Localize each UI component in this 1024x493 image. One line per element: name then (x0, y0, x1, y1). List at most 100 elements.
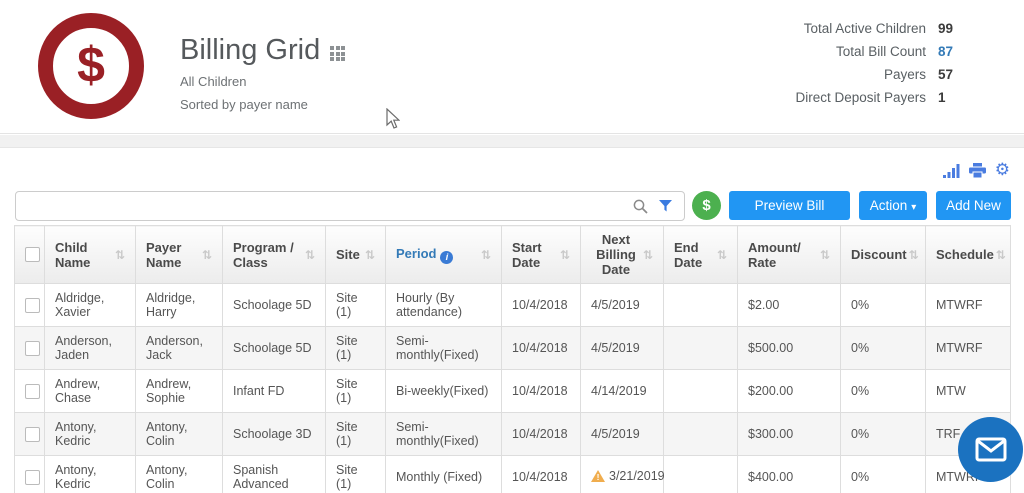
stat-label: Direct Deposit Payers (795, 90, 926, 105)
cell-start-date: 10/4/2018 (501, 283, 581, 327)
stat-label: Total Active Children (803, 21, 926, 36)
header-next-billing-date[interactable]: Next Billing Date ⇅ (580, 225, 664, 284)
header-program-class[interactable]: Program / Class ⇅ (222, 225, 326, 284)
table-row: Antony, Kedric Antony, Colin Spanish Adv… (14, 455, 1011, 493)
cell-program-class: Schoolage 5D (222, 283, 326, 327)
select-all-checkbox[interactable] (25, 247, 40, 262)
column-label: Program / Class (233, 239, 294, 270)
cell-select (14, 412, 45, 456)
filter-icon[interactable] (659, 200, 672, 212)
cell-discount: 0% (840, 369, 926, 413)
cell-program-class: Infant FD (222, 369, 326, 413)
cell-payer-name: Antony, Colin (135, 455, 223, 493)
header-schedule[interactable]: Schedule ⇅ (925, 225, 1011, 284)
row-checkbox[interactable] (25, 426, 40, 442)
print-icon[interactable] (968, 163, 986, 178)
cell-discount: 0% (840, 455, 926, 493)
add-new-button[interactable]: Add New (936, 191, 1011, 220)
cell-select (14, 455, 45, 493)
stat-value-link[interactable]: 87 (938, 44, 962, 59)
cell-select (14, 326, 45, 370)
cell-start-date: 10/4/2018 (501, 455, 581, 493)
table-row: Aldridge, Xavier Aldridge, Harry Schoola… (14, 283, 1011, 327)
cell-next-billing-date: 4/5/2019 (580, 326, 664, 370)
preview-bill-button[interactable]: Preview Bill (729, 191, 850, 220)
header-amount-rate[interactable]: Amount/ Rate ⇅ (737, 225, 841, 284)
header-end-date[interactable]: End Date ⇅ (663, 225, 738, 284)
cell-child-name: Antony, Kedric (44, 412, 136, 456)
billing-grid-table: Child Name ⇅ Payer Name ⇅ Program / Class ⇅… (14, 225, 1011, 493)
cell-schedule: MTWRF (925, 326, 1011, 370)
row-checkbox[interactable] (25, 297, 40, 313)
sort-icon[interactable]: ⇅ (115, 248, 125, 262)
cell-end-date (663, 412, 738, 456)
stat-label: Total Bill Count (835, 44, 926, 59)
cell-payer-name: Aldridge, Harry (135, 283, 223, 327)
column-label: Schedule (936, 247, 994, 262)
action-label: Action (869, 198, 908, 213)
cell-program-class: Schoolage 5D (222, 326, 326, 370)
column-label: Start Date (512, 239, 542, 270)
stat-value: 1 (938, 90, 946, 105)
cell-period: Semi-monthly(Fixed) (385, 326, 502, 370)
header-site[interactable]: Site ⇅ (325, 225, 386, 284)
action-dropdown-button[interactable]: Action ▾ (859, 191, 927, 220)
row-checkbox[interactable] (25, 469, 40, 485)
sort-icon[interactable]: ⇅ (909, 248, 919, 262)
cell-amount-rate: $200.00 (737, 369, 841, 413)
cell-amount-rate: $400.00 (737, 455, 841, 493)
stat-label: Payers (883, 67, 926, 82)
column-label: Next Billing Date (596, 232, 636, 277)
stat-direct-deposit-payers: Direct Deposit Payers 1 (795, 86, 962, 109)
row-checkbox[interactable] (25, 383, 40, 399)
search-input[interactable] (24, 192, 624, 220)
stat-value: 99 (938, 21, 954, 36)
header-discount[interactable]: Discount ⇅ (840, 225, 926, 284)
column-label: Discount (851, 247, 907, 262)
cell-program-class: Schoolage 3D (222, 412, 326, 456)
chat-support-button[interactable] (958, 417, 1023, 482)
cell-next-billing-date: 4/5/2019 (580, 283, 664, 327)
summary-stats: Total Active Children 99 Total Bill Coun… (795, 17, 962, 109)
table-header-row: Child Name ⇅ Payer Name ⇅ Program / Class ⇅… (14, 225, 1011, 284)
stat-payers: Payers 57 (795, 63, 962, 86)
billing-dollar-button[interactable]: $ (692, 191, 721, 220)
cell-schedule: MTWRF (925, 283, 1011, 327)
sort-icon[interactable]: ⇅ (202, 248, 212, 262)
analytics-icon[interactable] (942, 163, 960, 178)
sort-icon[interactable]: ⇅ (643, 248, 653, 262)
grid-tools: ⚙ (942, 162, 1010, 179)
cell-period: Hourly (By attendance) (385, 283, 502, 327)
stat-total-active-children: Total Active Children 99 (795, 17, 962, 40)
cell-site: Site (1) (325, 412, 386, 456)
info-icon[interactable]: i (440, 250, 454, 264)
header-payer-name[interactable]: Payer Name ⇅ (135, 225, 223, 284)
cell-end-date (663, 283, 738, 327)
sort-icon[interactable]: ⇅ (365, 248, 375, 262)
header-start-date[interactable]: Start Date ⇅ (501, 225, 581, 284)
settings-gear-icon[interactable]: ⚙ (995, 162, 1010, 179)
sort-icon[interactable]: ⇅ (305, 248, 315, 262)
sort-icon[interactable]: ⇅ (820, 248, 830, 262)
search-icon[interactable] (633, 199, 648, 214)
sort-icon[interactable]: ⇅ (717, 248, 727, 262)
title-block: Billing Grid All Children Sorted by paye… (180, 34, 346, 113)
sort-icon[interactable]: ⇅ (481, 248, 491, 262)
cell-period: Semi-monthly(Fixed) (385, 412, 502, 456)
grid-view-icon[interactable] (330, 46, 346, 61)
column-label: Period i (396, 246, 479, 264)
cell-child-name: Aldridge, Xavier (44, 283, 136, 327)
table-row: Antony, Kedric Antony, Colin Schoolage 3… (14, 412, 1011, 456)
cell-start-date: 10/4/2018 (501, 326, 581, 370)
sort-icon[interactable]: ⇅ (996, 248, 1006, 262)
cell-child-name: Antony, Kedric (44, 455, 136, 493)
header-child-name[interactable]: Child Name ⇅ (44, 225, 136, 284)
cell-child-name: Andrew, Chase (44, 369, 136, 413)
table-row: Andrew, Chase Andrew, Sophie Infant FD S… (14, 369, 1011, 413)
row-checkbox[interactable] (25, 340, 40, 356)
warning-icon: ! (591, 470, 605, 482)
cell-select (14, 283, 45, 327)
header-period[interactable]: Period i ⇅ (385, 225, 502, 284)
sort-icon[interactable]: ⇅ (560, 248, 570, 262)
cell-discount: 0% (840, 412, 926, 456)
